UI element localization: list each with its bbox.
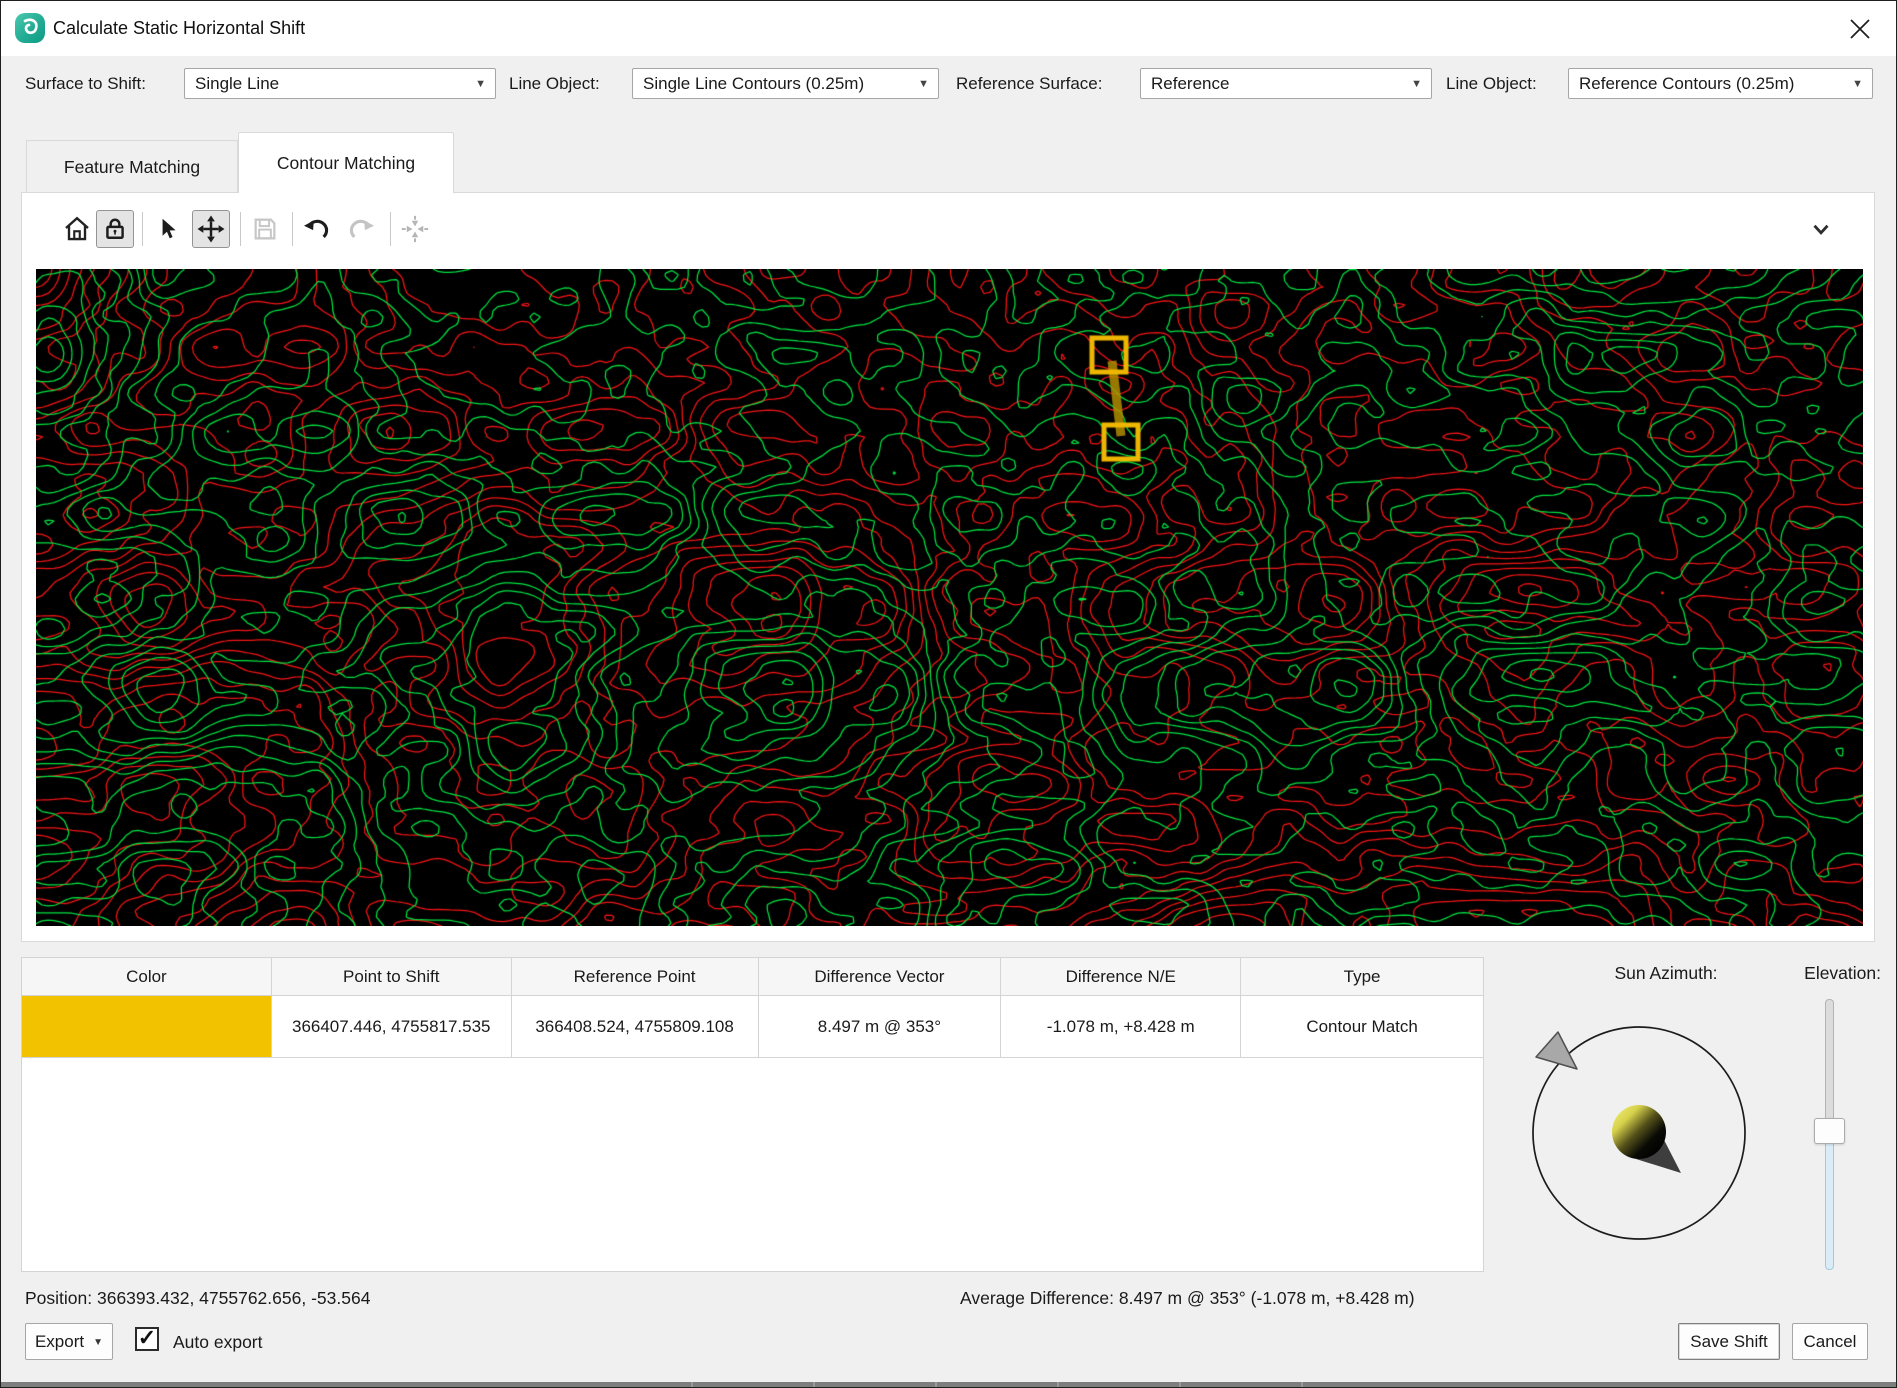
select-cursor-button[interactable] [149,210,187,248]
column-header-point-to-shift: Point to Shift [272,958,512,995]
redo-button[interactable] [342,210,380,248]
line-object-1-select[interactable]: Single Line Contours (0.25m)▼ [632,68,939,99]
export-button[interactable]: Export ▼ [25,1323,113,1360]
surface-to-shift-label: Surface to Shift: [25,74,146,94]
pan-button[interactable] [192,210,230,248]
redo-icon [346,214,376,244]
line-object-2-select[interactable]: Reference Contours (0.25m)▼ [1568,68,1873,99]
reference-surface-label: Reference Surface: [956,74,1102,94]
toolbar-separator [390,212,391,246]
average-difference-readout: Average Difference: 8.497 m @ 353° (-1.0… [960,1288,1415,1309]
converge-arrows-icon [400,214,430,244]
dropdown-caret-icon: ▼ [475,78,486,90]
lock-icon [101,215,129,243]
sun-azimuth-label: Sun Azimuth: [1566,963,1766,984]
dialog-calculate-static-horizontal-shift: Calculate Static Horizontal Shift Surfac… [0,0,1897,1388]
line-object-1-label: Line Object: [509,74,600,94]
sun-azimuth-dial[interactable] [1529,1024,1751,1246]
toolbar-separator [142,212,143,246]
cancel-button[interactable]: Cancel [1792,1323,1868,1360]
reference-point-cell[interactable]: 366408.524, 4755809.108 [512,996,759,1057]
difference-ne-cell[interactable]: -1.078 m, +8.428 m [1001,996,1241,1057]
window-title: Calculate Static Horizontal Shift [53,1,305,56]
elevation-slider-track-upper[interactable] [1825,999,1834,1119]
column-header-difference-ne: Difference N/E [1001,958,1241,995]
color-swatch-cell[interactable] [22,996,272,1057]
undo-button[interactable] [298,210,336,248]
dropdown-caret-icon: ▼ [918,78,929,90]
home-button[interactable] [58,210,96,248]
tab-contour-matching[interactable]: Contour Matching [238,132,454,193]
difference-vector-cell[interactable]: 8.497 m @ 353° [759,996,1002,1057]
elevation-slider-track-lower[interactable] [1825,1143,1834,1270]
toolbar-separator [240,212,241,246]
home-icon [62,214,92,244]
close-icon[interactable] [1842,12,1878,46]
background-window-edge [1,1382,1896,1388]
contour-map-view[interactable] [36,269,1863,926]
tab-feature-matching[interactable]: Feature Matching [26,140,238,193]
undo-icon [302,214,332,244]
toolbar-expand-chevron-icon[interactable] [1801,211,1841,247]
column-header-difference-vector: Difference Vector [759,958,1002,995]
converge-points-button[interactable] [396,210,434,248]
save-icon [251,215,279,243]
table-header-row: Color Point to Shift Reference Point Dif… [22,958,1483,996]
sun-cone-indicator [1612,1105,1681,1173]
cursor-icon [155,216,181,242]
move-icon [196,214,226,244]
azimuth-arrow-handle[interactable] [1536,1032,1577,1069]
elevation-label: Elevation: [1771,963,1881,984]
line-object-2-label: Line Object: [1446,74,1537,94]
toolbar-separator [292,212,293,246]
column-header-color: Color [22,958,272,995]
type-cell[interactable]: Contour Match [1241,996,1483,1057]
surface-to-shift-select[interactable]: Single Line▼ [184,68,496,99]
dropdown-caret-icon: ▼ [93,1337,103,1348]
match-results-table: Color Point to Shift Reference Point Dif… [21,957,1484,1272]
save-shift-button[interactable]: Save Shift [1678,1323,1780,1360]
lock-button[interactable] [96,210,134,248]
reference-surface-select[interactable]: Reference▼ [1140,68,1432,99]
save-view-button[interactable] [246,210,284,248]
auto-export-checkbox[interactable]: ✓ [135,1327,159,1351]
title-bar: Calculate Static Horizontal Shift [1,1,1896,56]
checkmark-icon: ✓ [138,1327,156,1349]
column-header-reference-point: Reference Point [512,958,759,995]
column-header-type: Type [1241,958,1483,995]
table-row[interactable]: 366407.446, 4755817.535 366408.524, 4755… [22,996,1483,1058]
dropdown-caret-icon: ▼ [1411,78,1422,90]
auto-export-label: Auto export [173,1332,263,1353]
dropdown-caret-icon: ▼ [1852,78,1863,90]
point-to-shift-cell[interactable]: 366407.446, 4755817.535 [272,996,512,1057]
elevation-slider-thumb[interactable] [1814,1118,1845,1144]
app-icon [15,13,45,43]
position-readout: Position: 366393.432, 4755762.656, -53.5… [25,1288,370,1309]
